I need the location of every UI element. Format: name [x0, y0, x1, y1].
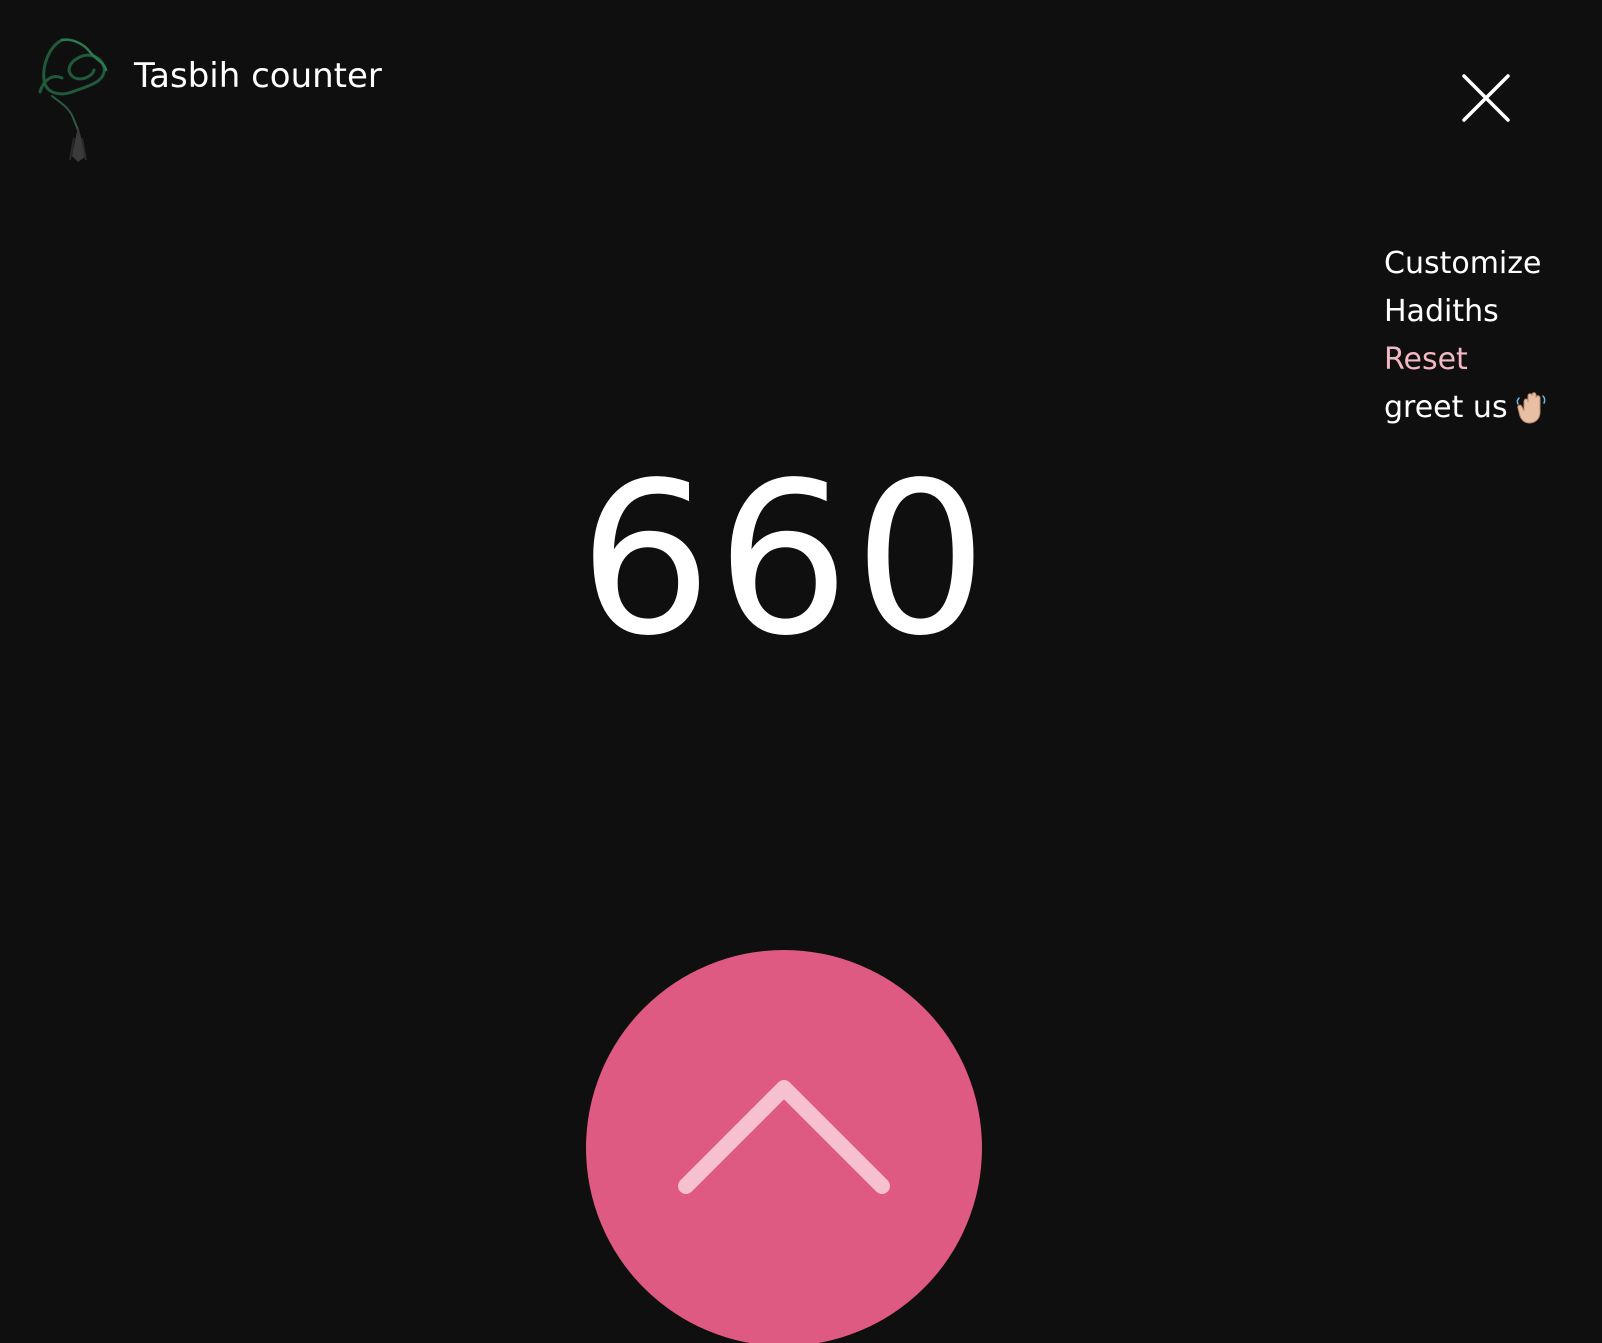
- waving-hand-icon: [1516, 392, 1545, 424]
- menu-hadiths[interactable]: Hadiths: [1384, 288, 1546, 336]
- menu-customize[interactable]: Customize: [1384, 240, 1546, 288]
- menu-reset[interactable]: Reset: [1384, 336, 1546, 384]
- menu-hadiths-label: Hadiths: [1384, 294, 1499, 329]
- counter-value: 660: [578, 437, 992, 682]
- menu-greet-us[interactable]: greet us: [1384, 384, 1546, 432]
- prayer-beads-icon: [38, 38, 108, 162]
- tasbih-counter-page: Tasbih counter Customize Hadiths Reset g…: [0, 0, 1602, 1343]
- menu-greet-us-label: greet us: [1384, 390, 1508, 425]
- chevron-up-icon: [678, 1080, 890, 1194]
- app-title: Tasbih counter: [134, 56, 382, 96]
- close-icon[interactable]: [1460, 72, 1512, 124]
- side-menu: Customize Hadiths Reset greet us: [1384, 240, 1546, 432]
- menu-customize-label: Customize: [1384, 246, 1542, 281]
- increment-button[interactable]: [586, 950, 982, 1343]
- menu-reset-label: Reset: [1384, 342, 1468, 377]
